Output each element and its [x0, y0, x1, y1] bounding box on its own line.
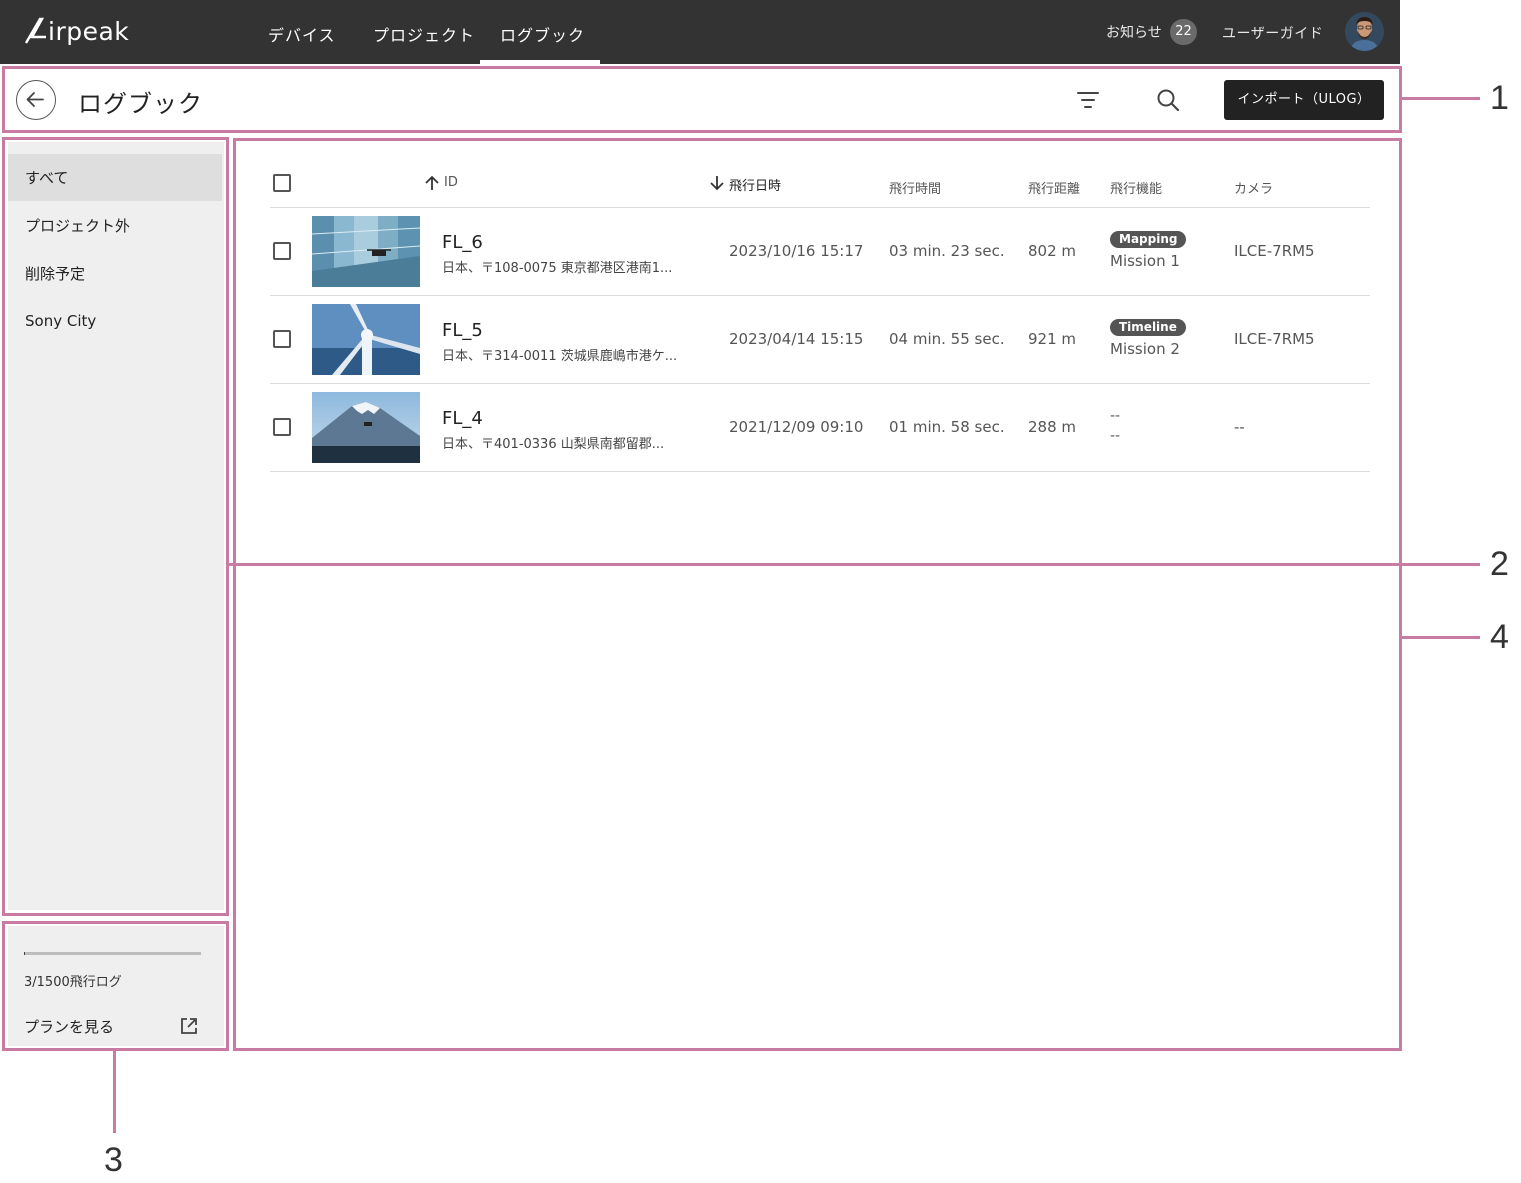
nav-projects[interactable]: プロジェクト: [373, 22, 475, 46]
top-navigation-bar: irpeak デバイス プロジェクト ログブック お知らせ 22 ユーザーガイド: [0, 0, 1400, 64]
nav-active-indicator: [480, 60, 600, 64]
airpeak-logo-mark: irpeak: [24, 17, 129, 46]
user-guide-link[interactable]: ユーザーガイド: [1222, 23, 1323, 43]
callout-line-1: [1402, 97, 1480, 100]
callout-number-3: 3: [104, 1141, 123, 1179]
callout-line-2: [1402, 563, 1480, 566]
svg-text:irpeak: irpeak: [48, 17, 129, 46]
notifications-link[interactable]: お知らせ: [1106, 22, 1162, 42]
nav-devices[interactable]: デバイス: [268, 22, 336, 46]
callout-number-1: 1: [1490, 79, 1509, 117]
notification-count-badge[interactable]: 22: [1170, 19, 1197, 45]
user-avatar[interactable]: [1345, 12, 1384, 51]
callout-line-3: [113, 1051, 116, 1133]
callout-box-4-main: [233, 138, 1402, 1051]
callout-box-1-header: [2, 66, 1402, 133]
callout-line-4: [1402, 636, 1480, 639]
avatar-picture: [1345, 12, 1384, 51]
callout-box-sidebar: [2, 137, 229, 916]
nav-logbook[interactable]: ログブック: [500, 22, 585, 46]
callout-number-4: 4: [1490, 618, 1509, 656]
callout-box-3-quota: [2, 921, 229, 1051]
airpeak-logo[interactable]: irpeak: [24, 16, 154, 50]
callout-number-2: 2: [1490, 545, 1509, 583]
